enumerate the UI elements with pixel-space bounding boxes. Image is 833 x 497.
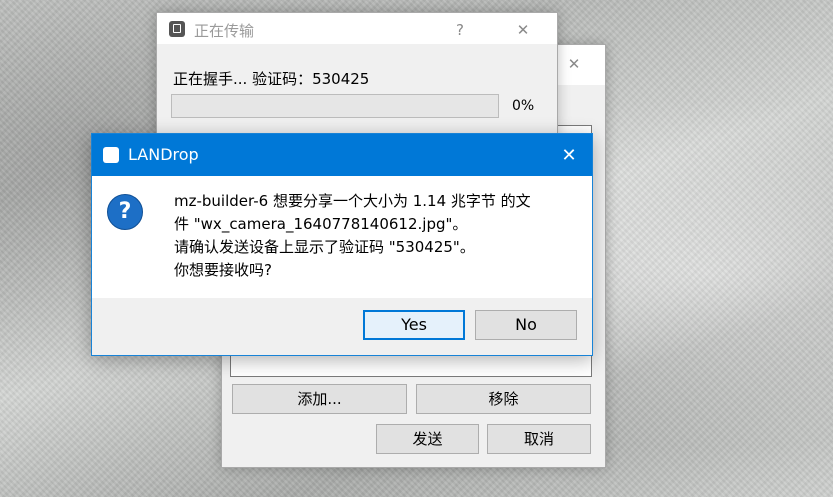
transfer-titlebar: 正在传输 ? ✕ <box>157 13 557 44</box>
message-line: mz-builder-6 想要分享一个大小为 1.14 兆字节 的文 <box>174 192 531 210</box>
message-line: 你想要接收吗? <box>174 261 272 279</box>
landrop-app-icon <box>169 21 185 37</box>
transfer-close-button[interactable]: ✕ <box>513 21 533 39</box>
no-button[interactable]: No <box>475 310 577 340</box>
transfer-title: 正在传输 <box>194 22 255 40</box>
send-files-close-button[interactable]: ✕ <box>564 55 584 73</box>
yes-button[interactable]: Yes <box>363 310 465 340</box>
progress-percent: 0% <box>512 98 535 114</box>
transfer-window: 正在传输 ? ✕ 正在握手... 验证码：530425 0% <box>156 12 558 152</box>
question-icon: ? <box>107 194 143 230</box>
message-line: 请确认发送设备上显示了验证码 "530425"。 <box>174 238 475 256</box>
landrop-confirm-dialog: LANDrop ✕ ? mz-builder-6 想要分享一个大小为 1.14 … <box>91 133 593 356</box>
message-line: 件 "wx_camera_1640778140612.jpg"。 <box>174 215 468 233</box>
transfer-progress-bar <box>171 94 499 118</box>
dialog-message: mz-builder-6 想要分享一个大小为 1.14 兆字节 的文 件 "wx… <box>174 190 574 282</box>
send-button[interactable]: 发送 <box>376 424 479 454</box>
dialog-titlebar: LANDrop ✕ <box>92 134 592 176</box>
remove-button[interactable]: 移除 <box>416 384 591 414</box>
dialog-title: LANDrop <box>128 145 199 164</box>
cancel-button[interactable]: 取消 <box>487 424 591 454</box>
dialog-button-bar: Yes No <box>92 298 592 355</box>
landrop-app-icon <box>103 147 119 163</box>
add-button[interactable]: 添加... <box>232 384 407 414</box>
transfer-status: 正在握手... 验证码：530425 <box>173 70 370 88</box>
dialog-close-button[interactable]: ✕ <box>559 145 579 166</box>
help-button[interactable]: ? <box>450 21 470 39</box>
